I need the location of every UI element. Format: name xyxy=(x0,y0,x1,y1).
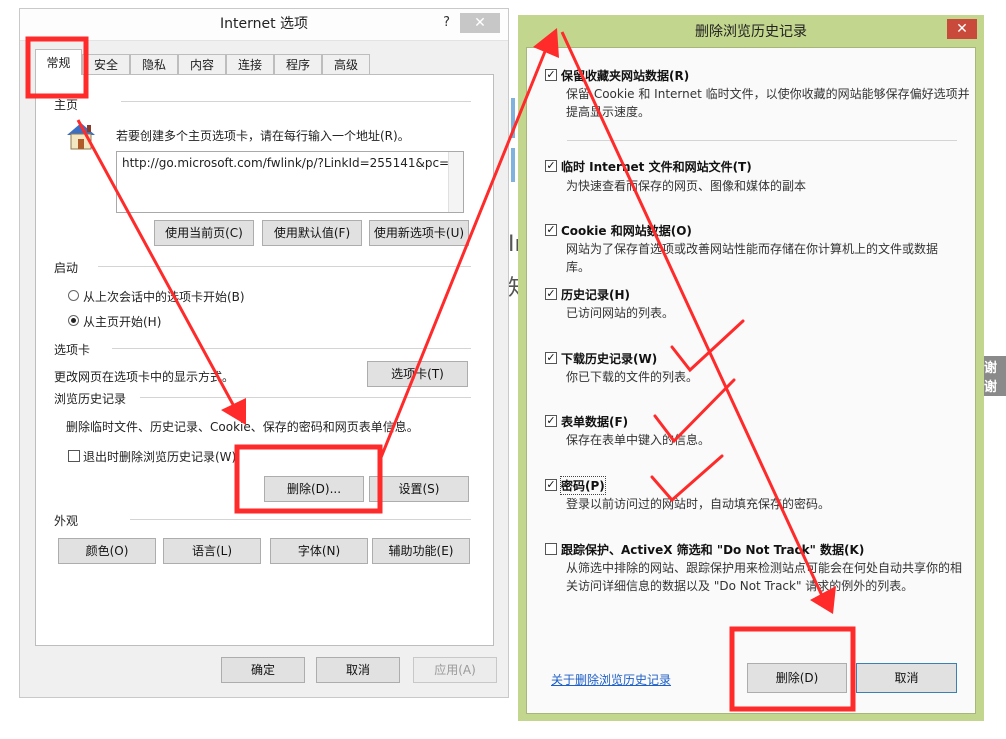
use-current-button[interactable]: 使用当前页(C) xyxy=(154,220,254,246)
history-group-label: 浏览历史记录 xyxy=(54,392,127,406)
colors-button[interactable]: 颜色(O) xyxy=(58,538,156,564)
option-checkbox-form-data[interactable]: ✓ xyxy=(545,415,557,427)
ok-button[interactable]: 确定 xyxy=(221,657,305,683)
option-checkbox-cookies[interactable]: ✓ xyxy=(545,224,557,236)
homepage-group-label: 主页 xyxy=(54,98,79,112)
background-badge: 谢谢 xyxy=(984,356,1006,396)
tab-security[interactable]: 安全 xyxy=(82,54,130,74)
tab-programs[interactable]: 程序 xyxy=(274,54,322,74)
window-title: Internet 选项 xyxy=(20,9,508,41)
homepage-instruction: 若要创建多个主页选项卡，请在每行输入一个地址(R)。 xyxy=(116,129,410,143)
option-description: 为快速查看而保存的网页、图像和媒体的副本 xyxy=(566,179,807,193)
startup-group-label: 启动 xyxy=(54,261,79,275)
close-button[interactable]: ✕ xyxy=(460,13,500,33)
delete-history-button[interactable]: 删除(D)... xyxy=(264,476,364,502)
option-title: 下载历史记录(W) xyxy=(561,352,658,366)
background-accent-bar xyxy=(511,148,515,182)
delete-on-exit-label: 退出时删除浏览历史记录(W) xyxy=(83,450,237,464)
option-checkbox-preserve-favorites[interactable]: ✓ xyxy=(545,69,557,81)
tab-content[interactable]: 内容 xyxy=(178,54,226,74)
divider xyxy=(567,140,957,141)
tabs-description: 更改网页在选项卡中的显示方式。 xyxy=(54,370,235,384)
dialog-cancel-button[interactable]: 取消 xyxy=(856,663,957,693)
start-last-session-label: 从上次会话中的选项卡开始(B) xyxy=(83,290,245,304)
option-title: 表单数据(F) xyxy=(561,415,629,429)
option-description: 保留 Cookie 和 Internet 临时文件，以使你收藏的网站能够保存偏好… xyxy=(566,87,970,119)
homepage-house-icon xyxy=(64,120,98,152)
option-checkbox-temp-files[interactable]: ✓ xyxy=(545,160,557,172)
dialog-body: ✓ 保留收藏夹网站数据(R) 保留 Cookie 和 Internet 临时文件… xyxy=(526,47,976,714)
homepage-url-field[interactable]: http://go.microsoft.com/fwlink/p/?LinkId… xyxy=(116,151,464,213)
option-title: 密码(P) xyxy=(560,476,606,495)
divider xyxy=(121,101,471,102)
tab-advanced[interactable]: 高级 xyxy=(322,54,370,74)
help-button[interactable]: ? xyxy=(443,15,450,30)
tabs-group-label: 选项卡 xyxy=(54,343,91,357)
cancel-button[interactable]: 取消 xyxy=(316,657,400,683)
url-scrollbar[interactable] xyxy=(448,152,463,212)
general-tab-panel: 主页 若要创建多个主页选项卡，请在每行输入一个地址(R)。 http://go.… xyxy=(35,74,494,646)
history-settings-button[interactable]: 设置(S) xyxy=(369,476,469,502)
divider xyxy=(140,397,471,398)
tab-privacy[interactable]: 隐私 xyxy=(130,54,178,74)
option-checkbox-history[interactable]: ✓ xyxy=(545,288,557,300)
option-description: 你已下载的文件的列表。 xyxy=(566,370,699,384)
languages-button[interactable]: 语言(L) xyxy=(163,538,261,564)
option-checkbox-tracking-protection[interactable] xyxy=(545,543,557,555)
apply-button[interactable]: 应用(A) xyxy=(413,657,497,683)
option-description: 登录以前访问过的网站时，自动填充保存的密码。 xyxy=(566,497,831,511)
dialog-close-button[interactable]: ✕ xyxy=(947,19,977,39)
fonts-button[interactable]: 字体(N) xyxy=(270,538,368,564)
divider xyxy=(112,348,471,349)
homepage-url-value: http://go.microsoft.com/fwlink/p/?LinkId… xyxy=(122,156,450,170)
option-title: 临时 Internet 文件和网站文件(T) xyxy=(561,160,752,174)
option-checkbox-passwords[interactable]: ✓ xyxy=(545,479,557,491)
divider xyxy=(130,519,471,520)
option-description: 从筛选中排除的网站、跟踪保护用来检测站点可能会在何处自动共享你的相关访问详细信息… xyxy=(566,561,963,593)
background-accent-bar xyxy=(511,98,515,138)
option-title: Cookie 和网站数据(O) xyxy=(561,224,692,238)
option-checkbox-download-history[interactable]: ✓ xyxy=(545,352,557,364)
use-new-tab-button[interactable]: 使用新选项卡(U) xyxy=(369,220,469,246)
option-title: 历史记录(H) xyxy=(561,288,631,302)
internet-options-window: Internet 选项 ? ✕ 常规 安全 隐私 内容 连接 程序 高级 主页 … xyxy=(19,8,509,698)
radio-start-last-session[interactable] xyxy=(68,290,79,301)
history-description: 删除临时文件、历史记录、Cookie、保存的密码和网页表单信息。 xyxy=(66,420,419,434)
option-description: 已访问网站的列表。 xyxy=(566,306,675,320)
option-title: 跟踪保护、ActiveX 筛选和 "Do Not Track" 数据(K) xyxy=(561,543,865,557)
tabs-settings-button[interactable]: 选项卡(T) xyxy=(367,361,468,387)
option-title: 保留收藏夹网站数据(R) xyxy=(561,69,690,83)
radio-start-homepage[interactable] xyxy=(68,315,79,326)
tab-general[interactable]: 常规 xyxy=(35,49,82,75)
start-homepage-label: 从主页开始(H) xyxy=(83,315,162,329)
about-delete-history-link[interactable]: 关于删除浏览历史记录 xyxy=(551,671,671,688)
dialog-title: 删除浏览历史记录 xyxy=(695,24,807,40)
option-description: 保存在表单中键入的信息。 xyxy=(566,433,711,447)
divider xyxy=(98,266,471,267)
delete-on-exit-checkbox[interactable] xyxy=(68,450,80,462)
option-description: 网站为了保存首选项或改善网站性能而存储在你计算机上的文件或数据库。 xyxy=(566,242,939,274)
tab-connections[interactable]: 连接 xyxy=(226,54,274,74)
delete-history-dialog: 删除浏览历史记录 ✕ ✓ 保留收藏夹网站数据(R) 保留 Cookie 和 In… xyxy=(518,15,984,721)
use-default-button[interactable]: 使用默认值(F) xyxy=(262,220,362,246)
appearance-group-label: 外观 xyxy=(54,514,79,528)
dialog-delete-button[interactable]: 删除(D) xyxy=(747,663,847,693)
accessibility-button[interactable]: 辅助功能(E) xyxy=(372,538,470,564)
